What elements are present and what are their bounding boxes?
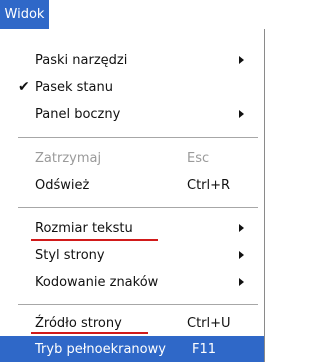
- menu-item-fullscreen[interactable]: Tryb pełnoekranowy F11: [0, 336, 264, 362]
- submenu-arrow-icon: [239, 224, 244, 232]
- menu-item-label: Kodowanie znaków: [35, 274, 159, 290]
- menu-item-label: Zatrzymaj: [35, 150, 102, 166]
- menu-item-shortcut: Ctrl+R: [187, 177, 231, 193]
- menu-item-page-style[interactable]: Styl strony: [0, 242, 264, 268]
- menu-separator: [18, 207, 258, 209]
- menu-separator: [18, 137, 258, 139]
- submenu-arrow-icon: [239, 110, 244, 118]
- menu-item-label: Styl strony: [35, 247, 105, 263]
- menu-item-label: Tryb pełnoekranowy: [35, 341, 166, 357]
- menu-item-shortcut: F11: [192, 341, 217, 357]
- menu-item-label: Odśwież: [35, 177, 90, 193]
- menu-item-toolbars[interactable]: Paski narzędzi: [0, 47, 264, 73]
- menu-separator: [18, 304, 258, 306]
- menu-item-shortcut: Esc: [187, 150, 210, 166]
- menu-item-label: Źródło strony: [35, 315, 122, 331]
- annotation-underline: [31, 239, 158, 241]
- menubar-tab-view[interactable]: Widok: [0, 0, 49, 29]
- menu-item-label: Paski narzędzi: [35, 52, 128, 68]
- menu-item-reload[interactable]: Odśwież Ctrl+R: [0, 172, 264, 198]
- menu-item-shortcut: Ctrl+U: [187, 315, 231, 331]
- menu-item-label: Rozmiar tekstu: [35, 220, 133, 236]
- menu-item-label: Panel boczny: [35, 106, 121, 122]
- annotation-underline: [31, 332, 148, 334]
- checkmark-icon: ✔: [18, 79, 30, 95]
- menubar-tab-label: Widok: [4, 7, 45, 22]
- view-dropdown-menu: Paski narzędzi ✔ Pasek stanu Panel boczn…: [0, 29, 265, 362]
- menu-item-text-size[interactable]: Rozmiar tekstu: [0, 215, 264, 241]
- menu-item-stop[interactable]: Zatrzymaj Esc: [0, 145, 264, 171]
- menu-item-status-bar[interactable]: ✔ Pasek stanu: [0, 74, 264, 100]
- submenu-arrow-icon: [239, 56, 244, 64]
- submenu-arrow-icon: [239, 251, 244, 259]
- submenu-arrow-icon: [239, 278, 244, 286]
- menu-item-sidebar[interactable]: Panel boczny: [0, 101, 264, 127]
- menu-item-label: Pasek stanu: [35, 79, 113, 95]
- menu-item-encoding[interactable]: Kodowanie znaków: [0, 269, 264, 295]
